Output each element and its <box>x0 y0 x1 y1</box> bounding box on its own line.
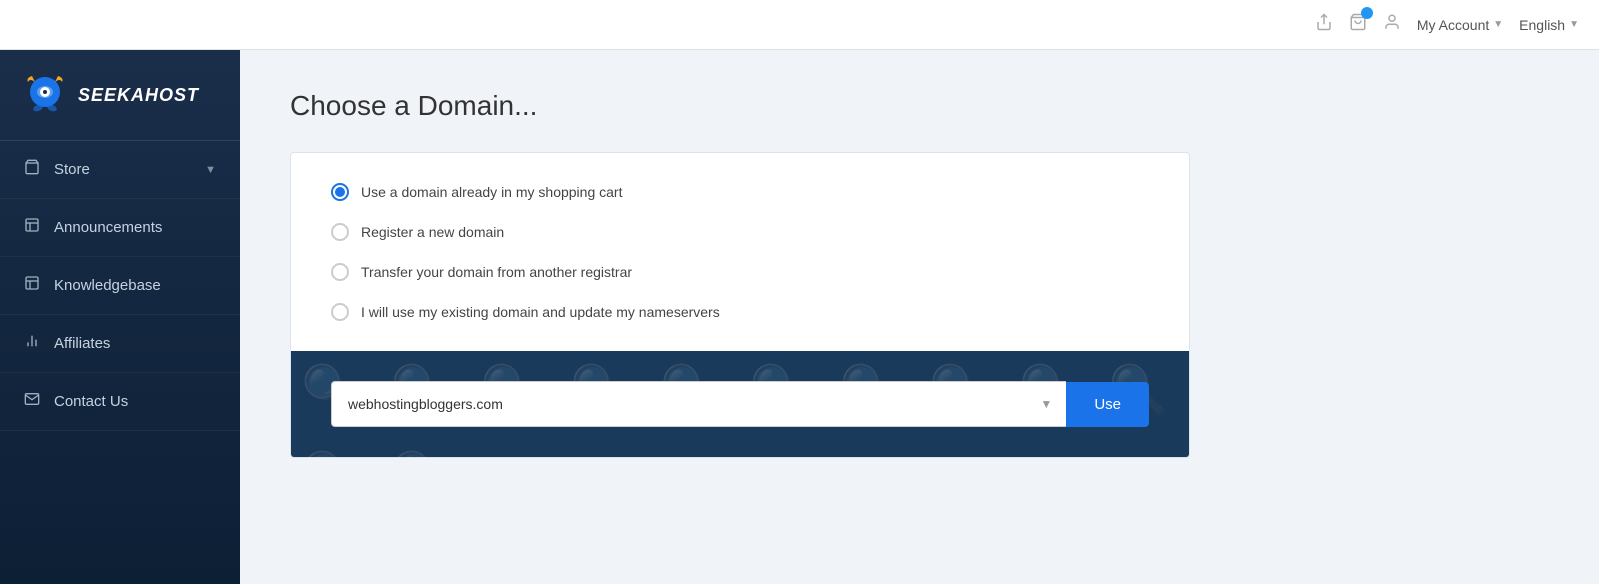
language-chevron: ▼ <box>1569 19 1579 30</box>
sidebar-item-affiliates[interactable]: Affiliates <box>0 315 240 373</box>
domain-card: Use a domain already in my shopping cart… <box>290 152 1190 458</box>
user-icon <box>1383 13 1401 36</box>
sidebar-item-contact-us[interactable]: Contact Us <box>0 373 240 431</box>
radio-label-cart: Use a domain already in my shopping cart <box>361 184 622 200</box>
page-title: Choose a Domain... <box>290 90 1549 122</box>
radio-option-cart[interactable]: Use a domain already in my shopping cart <box>331 183 1149 201</box>
cart-badge <box>1361 7 1373 19</box>
knowledgebase-label: Knowledgebase <box>54 277 161 294</box>
store-icon <box>24 159 40 180</box>
announcements-label: Announcements <box>54 219 162 236</box>
logo-image <box>20 70 70 120</box>
domain-select-section: 🔍 🔍 🔍 🔍 🔍 🔍 🔍 🔍 🔍 🔍 🔍 🔍 <box>291 351 1189 457</box>
domain-select[interactable]: webhostingbloggers.com <box>331 381 1066 427</box>
options-section: Use a domain already in my shopping cart… <box>291 153 1189 351</box>
store-label: Store <box>54 161 90 178</box>
contact-icon <box>24 391 40 412</box>
language-link[interactable]: English ▼ <box>1519 17 1579 33</box>
sidebar: SEEKAHOST Store ▼ Announcements Kno <box>0 50 240 584</box>
affiliates-label: Affiliates <box>54 335 110 352</box>
logo-area: SEEKAHOST <box>0 50 240 141</box>
sidebar-item-announcements[interactable]: Announcements <box>0 199 240 257</box>
radio-circle-cart <box>331 183 349 201</box>
header-icons: My Account ▼ English ▼ <box>1315 13 1579 36</box>
my-account-chevron: ▼ <box>1493 19 1503 30</box>
my-account-link[interactable]: My Account ▼ <box>1417 17 1503 33</box>
sidebar-nav: Store ▼ Announcements Knowledgebase Aff <box>0 141 240 431</box>
radio-option-transfer[interactable]: Transfer your domain from another regist… <box>331 263 1149 281</box>
radio-circle-existing <box>331 303 349 321</box>
store-chevron: ▼ <box>205 164 216 176</box>
radio-label-transfer: Transfer your domain from another regist… <box>361 264 632 280</box>
radio-option-existing[interactable]: I will use my existing domain and update… <box>331 303 1149 321</box>
top-header: My Account ▼ English ▼ <box>0 0 1599 50</box>
radio-label-existing: I will use my existing domain and update… <box>361 304 720 320</box>
sidebar-item-store[interactable]: Store ▼ <box>0 141 240 199</box>
announcements-icon <box>24 217 40 238</box>
cart-icon[interactable] <box>1349 13 1367 36</box>
main-content: Choose a Domain... Use a domain already … <box>240 50 1599 584</box>
sidebar-item-knowledgebase[interactable]: Knowledgebase <box>0 257 240 315</box>
radio-option-new[interactable]: Register a new domain <box>331 223 1149 241</box>
radio-circle-transfer <box>331 263 349 281</box>
use-button[interactable]: Use <box>1066 382 1149 427</box>
contact-us-label: Contact Us <box>54 393 128 410</box>
knowledgebase-icon <box>24 275 40 296</box>
logo-text: SEEKAHOST <box>78 85 199 106</box>
affiliates-icon <box>24 333 40 354</box>
layout: SEEKAHOST Store ▼ Announcements Kno <box>0 50 1599 584</box>
domain-select-row: webhostingbloggers.com ▼ Use <box>331 381 1149 427</box>
share-icon[interactable] <box>1315 13 1333 36</box>
radio-circle-new <box>331 223 349 241</box>
domain-select-wrapper: webhostingbloggers.com ▼ <box>331 381 1066 427</box>
radio-label-new: Register a new domain <box>361 224 504 240</box>
